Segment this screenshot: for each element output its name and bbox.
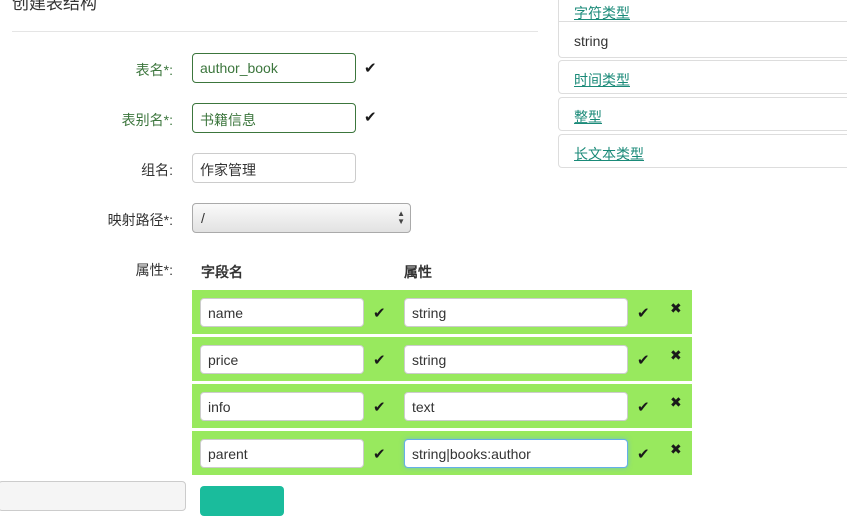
table-name-input[interactable]: author_book [192,53,356,83]
sidebar-item: 时间类型 [558,60,847,94]
sidebar-item-longtext-type[interactable]: 长文本类型 [574,146,644,162]
attribute-row: price ✔ string ✔ ✖ [192,337,692,381]
column-header-field: 字段名 [201,264,243,280]
field-name-input[interactable]: info [200,392,364,421]
alias-label: 表别名*: [121,112,173,128]
check-icon: ✔ [637,352,650,369]
sidebar-item: 长文本类型 [558,134,847,168]
check-icon: ✔ [637,305,650,322]
select-arrows-icon: ▲ ▼ [397,209,405,226]
remove-icon[interactable]: ✖ [670,347,682,363]
field-name-input[interactable]: name [200,298,364,327]
sidebar-subitem-string[interactable]: string [574,33,608,49]
attributes-label: 属性*: [135,262,173,278]
attribute-row: info ✔ text ✔ ✖ [192,384,692,428]
check-icon: ✔ [364,109,377,126]
sidebar-item: 整型 [558,97,847,131]
remove-icon[interactable]: ✖ [670,441,682,457]
divider [559,21,847,22]
field-name-input[interactable]: price [200,345,364,374]
title-divider [12,31,538,32]
field-attr-input[interactable]: string|books:author [404,439,628,468]
sidebar-item-string-type[interactable]: 字符类型 [574,5,630,21]
check-icon: ✔ [373,446,386,463]
check-icon: ✔ [637,399,650,416]
alias-input[interactable]: 书籍信息 [192,103,356,133]
column-header-attr: 属性 [404,264,432,280]
attribute-row: name ✔ string ✔ ✖ [192,290,692,334]
field-attr-input[interactable]: string [404,298,628,327]
check-icon: ✔ [373,352,386,369]
group-label: 组名: [141,162,173,178]
check-icon: ✔ [637,446,650,463]
check-icon: ✔ [364,60,377,77]
remove-icon[interactable]: ✖ [670,300,682,316]
field-name-input[interactable]: parent [200,439,364,468]
attribute-row: parent ✔ string|books:author ✔ ✖ [192,431,692,475]
route-label: 映射路径*: [107,212,173,228]
field-attr-input[interactable]: string [404,345,628,374]
submit-button[interactable] [200,486,284,516]
route-select[interactable]: / ▲ ▼ [192,203,411,233]
route-select-value: / [201,210,205,226]
group-input[interactable]: 作家管理 [192,153,356,183]
check-icon: ✔ [373,399,386,416]
sidebar-item-int-type[interactable]: 整型 [574,109,602,125]
remove-icon[interactable]: ✖ [670,394,682,410]
check-icon: ✔ [373,305,386,322]
field-attr-input[interactable]: text [404,392,628,421]
bottom-input[interactable] [0,481,186,511]
table-name-label: 表名*: [135,62,173,78]
sidebar-item-time-type[interactable]: 时间类型 [574,72,630,88]
type-group-string: 字符类型 string [558,0,847,58]
page-title: 创建表结构 [12,0,97,13]
